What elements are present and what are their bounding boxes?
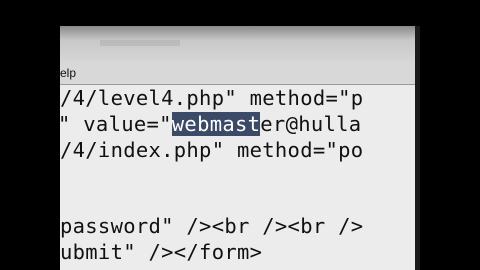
code-line-3: /4/index.php" method="po	[60, 138, 364, 162]
menu-bar: elp	[60, 62, 420, 85]
title-bar	[60, 26, 420, 62]
window-edge-shadow	[415, 26, 420, 270]
menu-help[interactable]: elp	[60, 65, 76, 81]
title-text-blur	[100, 40, 180, 46]
selected-text[interactable]: webmast	[171, 112, 261, 136]
editor-window: elp /4/level4.php" method="p " value="we…	[60, 26, 420, 270]
code-line-1: /4/level4.php" method="p	[60, 86, 364, 110]
code-line-5: password" /><br /><br />	[60, 214, 364, 238]
code-line-2-prefix: " value="	[60, 112, 172, 136]
video-frame: elp /4/level4.php" method="p " value="we…	[0, 0, 480, 270]
code-line-2: " value="webmaster@hulla	[60, 111, 361, 137]
code-line-2-suffix: er@hulla	[260, 112, 362, 136]
code-line-6: ubmit" /></form>	[60, 240, 263, 264]
code-editor[interactable]: /4/level4.php" method="p " value="webmas…	[60, 85, 420, 270]
